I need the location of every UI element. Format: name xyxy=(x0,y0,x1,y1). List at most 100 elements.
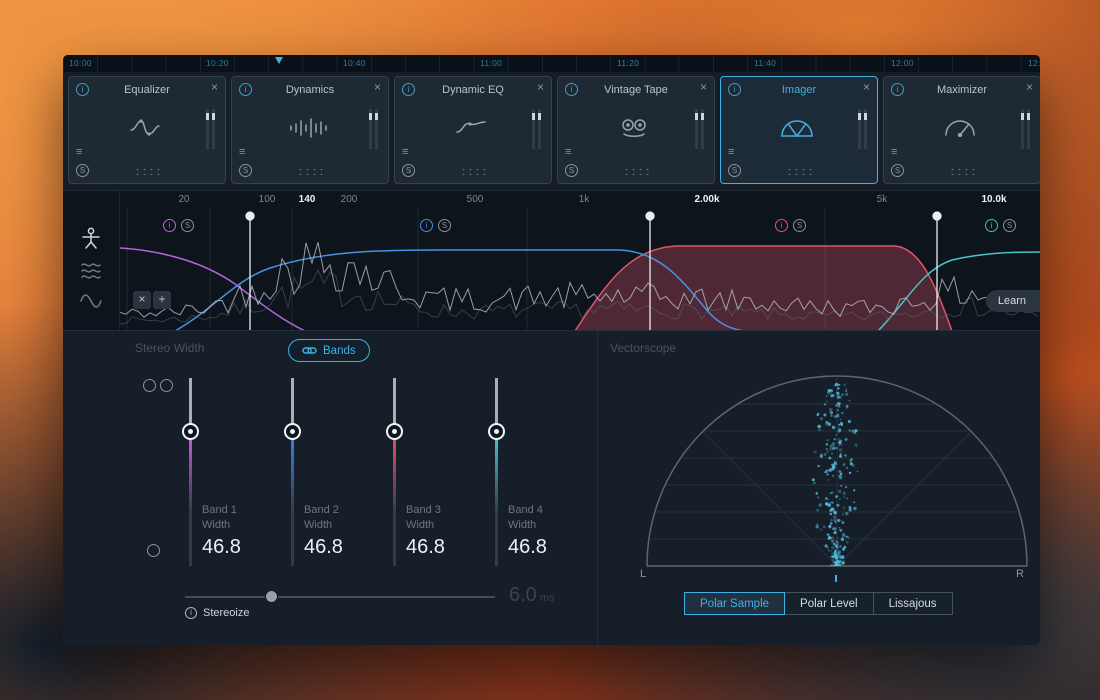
slider-handle[interactable] xyxy=(284,423,301,440)
sine-wave-icon[interactable] xyxy=(80,291,102,311)
mode-lissajous[interactable]: Lissajous xyxy=(873,592,953,615)
info-icon[interactable]: i xyxy=(76,83,89,96)
list-icon[interactable]: ≡ xyxy=(728,147,741,158)
module-card-maximizer[interactable]: i Maximizer × ≡ S xyxy=(883,76,1040,184)
timeline-label: 12:00 xyxy=(891,58,914,68)
bands-link-button[interactable]: Bands xyxy=(288,339,370,362)
remove-band-button[interactable]: × xyxy=(133,291,151,309)
learn-button[interactable]: Learn xyxy=(986,290,1040,312)
band-bypass-icon[interactable]: i xyxy=(775,219,788,232)
right-channel-label: R xyxy=(1016,568,1024,580)
module-card-dynamic-eq[interactable]: i Dynamic EQ × ≡ S xyxy=(394,76,552,184)
list-icon[interactable]: ≡ xyxy=(76,147,89,158)
drag-handle-dots[interactable] xyxy=(460,167,486,175)
stereoize-slider[interactable] xyxy=(185,596,495,598)
drag-handle-dots[interactable] xyxy=(297,167,323,175)
vectorscope-scatter xyxy=(812,383,859,567)
module-card-dynamics[interactable]: i Dynamics × ≡ S xyxy=(231,76,389,184)
solo-icon[interactable]: S xyxy=(239,164,252,177)
freq-label: 500 xyxy=(467,194,484,205)
solo-icon[interactable]: S xyxy=(891,164,904,177)
list-icon[interactable]: ≡ xyxy=(891,147,904,158)
stereoize-handle[interactable] xyxy=(265,590,278,603)
band-solo-icon[interactable]: S xyxy=(1003,219,1016,232)
drag-handle-dots[interactable] xyxy=(623,167,649,175)
crossover-freq-label[interactable]: 140 xyxy=(299,194,316,205)
vectorscope-title: Vectorscope xyxy=(610,341,676,355)
band-bypass-icon[interactable]: i xyxy=(985,219,998,232)
eq-curve-icon xyxy=(95,105,195,151)
timeline-label: 11:40 xyxy=(754,58,776,68)
band-width-value[interactable]: 46.8 xyxy=(406,536,445,559)
crossover-freq-label[interactable]: 2.00k xyxy=(694,194,719,205)
module-card-imager[interactable]: i Imager × ≡ S xyxy=(720,76,878,184)
level-meter xyxy=(532,109,541,149)
list-icon[interactable]: ≡ xyxy=(402,147,415,158)
band-solo-icon[interactable]: S xyxy=(793,219,806,232)
mono-mode-icon[interactable] xyxy=(147,544,160,557)
band-bypass-icon[interactable]: i xyxy=(420,219,433,232)
slider-handle[interactable] xyxy=(182,423,199,440)
close-icon[interactable]: × xyxy=(700,80,707,94)
mode-polar-level[interactable]: Polar Level xyxy=(784,592,874,615)
stereo-mode-icon[interactable] xyxy=(143,379,173,392)
stereoize-label: Stereoize xyxy=(203,607,249,619)
level-meter xyxy=(695,109,704,149)
waves-icon[interactable] xyxy=(80,261,102,281)
band-width-value[interactable]: 46.8 xyxy=(508,536,547,559)
info-icon[interactable]: i xyxy=(239,83,252,96)
band-solo-icon[interactable]: S xyxy=(181,219,194,232)
band-width-value[interactable]: 46.8 xyxy=(304,536,343,559)
solo-icon[interactable]: S xyxy=(76,164,89,177)
close-icon[interactable]: × xyxy=(374,80,381,94)
module-card-equalizer[interactable]: i Equalizer × ≡ S xyxy=(68,76,226,184)
left-channel-label: L xyxy=(640,568,646,580)
band-bypass-icon[interactable]: i xyxy=(163,219,176,232)
band1-crossover-curve[interactable] xyxy=(120,248,305,331)
close-icon[interactable]: × xyxy=(537,80,544,94)
timeline-label: 10:20 xyxy=(206,58,229,68)
band4-width-slider: Band 4 Width 46.8 xyxy=(495,378,605,618)
timeline-ruler[interactable]: 10:00 10:20 10:40 11:00 11:20 11:40 12:0… xyxy=(63,55,1040,72)
freq-label: 1k xyxy=(579,194,590,205)
slider-handle[interactable] xyxy=(488,423,505,440)
dynamic-eq-curve-icon xyxy=(421,105,521,151)
solo-icon[interactable]: S xyxy=(402,164,415,177)
solo-icon[interactable]: S xyxy=(728,164,741,177)
module-card-vintage-tape[interactable]: i Vintage Tape × ≡ S xyxy=(557,76,715,184)
module-chain: i Equalizer × ≡ S i Dynamics × ≡ S xyxy=(63,72,1040,190)
info-icon[interactable]: i xyxy=(565,83,578,96)
slider-track[interactable] xyxy=(189,378,192,566)
info-icon[interactable]: i xyxy=(185,607,197,619)
module-name: Dynamics xyxy=(256,84,364,96)
list-icon[interactable]: ≡ xyxy=(239,147,252,158)
crossover-freq-label[interactable]: 10.0k xyxy=(981,194,1006,205)
add-band-button[interactable]: + xyxy=(153,291,171,309)
slider-track[interactable] xyxy=(393,378,396,566)
spectrum-plot[interactable] xyxy=(120,208,1040,331)
solo-icon[interactable]: S xyxy=(565,164,578,177)
mode-polar-sample[interactable]: Polar Sample xyxy=(684,592,785,615)
close-icon[interactable]: × xyxy=(1026,80,1033,94)
close-icon[interactable]: × xyxy=(211,80,218,94)
slider-track[interactable] xyxy=(291,378,294,566)
drag-handle-dots[interactable] xyxy=(134,167,160,175)
info-icon[interactable]: i xyxy=(891,83,904,96)
timeline-label: 11:00 xyxy=(480,58,502,68)
playhead-marker[interactable] xyxy=(275,57,283,64)
level-meter xyxy=(1021,109,1030,149)
band3-crossover-region[interactable] xyxy=(575,246,952,331)
band-width-value[interactable]: 46.8 xyxy=(202,536,241,559)
crossover-spectrum-panel: 20 100 140 200 500 1k 2.00k 5k 10.0k xyxy=(63,190,1040,330)
info-icon[interactable]: i xyxy=(728,83,741,96)
info-icon[interactable]: i xyxy=(402,83,415,96)
drag-handle-dots[interactable] xyxy=(949,167,975,175)
slider-track[interactable] xyxy=(495,378,498,566)
ozone-plugin-window: 10:00 10:20 10:40 11:00 11:20 11:40 12:0… xyxy=(63,55,1040,645)
list-icon[interactable]: ≡ xyxy=(565,147,578,158)
stereo-placement-icon[interactable] xyxy=(80,227,102,251)
close-icon[interactable]: × xyxy=(863,80,870,94)
slider-handle[interactable] xyxy=(386,423,403,440)
band-solo-icon[interactable]: S xyxy=(438,219,451,232)
drag-handle-dots[interactable] xyxy=(786,167,812,175)
